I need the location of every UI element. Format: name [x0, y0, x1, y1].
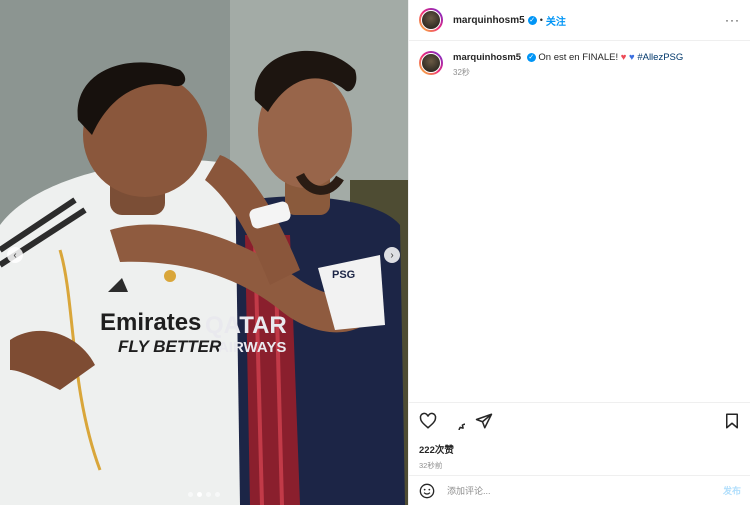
bookmark-icon[interactable]: [723, 412, 741, 430]
avatar[interactable]: [419, 8, 443, 32]
header-username[interactable]: marquinhosm5: [453, 15, 525, 26]
actions-section: 222次赞 32秒前: [409, 402, 750, 471]
next-slide-button[interactable]: ›: [384, 247, 400, 263]
caption-text: On est en FINALE!: [538, 52, 619, 63]
slide-dot: [188, 492, 193, 497]
comment-icon[interactable]: [447, 412, 475, 440]
red-heart-emoji-icon: ♥: [620, 52, 627, 63]
post-comment-button[interactable]: 发布: [723, 484, 741, 497]
right-sponsor-2: AIRWAYS: [218, 339, 286, 356]
caption-username[interactable]: marquinhosm5: [453, 52, 521, 63]
blue-heart-emoji-icon: ♥: [629, 52, 635, 63]
post-photo[interactable]: PSG Emirates FLY BETTER QATAR AIRWAYS ‹ …: [0, 0, 408, 505]
caption-time: 32秒: [453, 68, 470, 77]
smiley-icon[interactable]: [419, 483, 435, 499]
caption: marquinhosm5 ✓ On est en FINALE! ♥ ♥ #Al…: [409, 41, 750, 80]
slide-dot: [206, 492, 211, 497]
likes-count[interactable]: 222次赞: [409, 431, 750, 456]
separator-dot: •: [539, 15, 543, 25]
chevron-right-icon: ›: [390, 249, 394, 261]
photo-illustration: PSG Emirates FLY BETTER QATAR AIRWAYS: [0, 0, 408, 505]
comment-bar: 发布: [409, 475, 750, 505]
post-header: marquinhosm5 ✓ • 关注 ···: [409, 0, 750, 41]
slide-indicator: [0, 492, 408, 497]
right-sponsor: QATAR: [205, 312, 287, 339]
chevron-left-icon: ‹: [13, 249, 17, 261]
posted-time: 32秒前: [419, 461, 443, 470]
caption-verified-icon: ✓: [526, 52, 536, 62]
post-window: PSG Emirates FLY BETTER QATAR AIRWAYS ‹ …: [0, 0, 750, 505]
comment-input[interactable]: [445, 484, 689, 497]
share-icon[interactable]: [475, 412, 493, 430]
hashtag-link[interactable]: #AllezPSG: [637, 52, 683, 63]
slide-dot: [215, 492, 220, 497]
left-sponsor-2: FLY BETTER: [118, 337, 222, 356]
caption-avatar[interactable]: [419, 51, 443, 75]
action-bar: [409, 403, 750, 440]
more-options-icon[interactable]: ···: [725, 13, 740, 27]
prev-slide-button[interactable]: ‹: [7, 247, 23, 263]
follow-button[interactable]: 关注: [546, 13, 566, 28]
verified-badge-icon: ✓: [527, 15, 537, 25]
heart-icon[interactable]: [419, 412, 437, 430]
left-sponsor: Emirates: [100, 309, 201, 336]
post-side-panel: marquinhosm5 ✓ • 关注 ··· marquinhosm5 ✓ O…: [408, 0, 750, 505]
caption-body: marquinhosm5 ✓ On est en FINALE! ♥ ♥ #Al…: [453, 51, 683, 80]
slide-dot: [197, 492, 202, 497]
club-crest: [164, 270, 176, 282]
armband-text: PSG: [332, 269, 355, 281]
